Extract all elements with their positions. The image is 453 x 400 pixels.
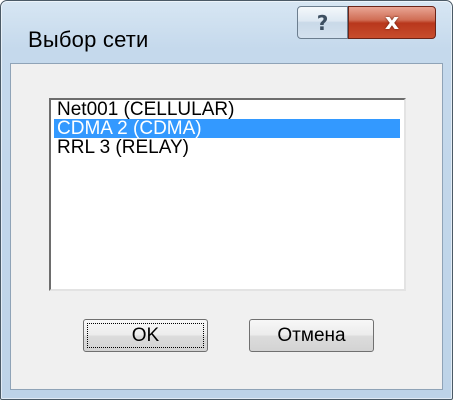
cancel-button-label: Отмена: [277, 324, 346, 346]
close-button[interactable]: x: [348, 6, 436, 39]
close-icon: x: [384, 9, 400, 35]
title-bar[interactable]: Выбор сети ? x: [1, 1, 452, 63]
list-item-net001[interactable]: Net001 (CELLULAR): [54, 100, 400, 119]
cancel-button[interactable]: Отмена: [249, 319, 374, 352]
window-title: Выбор сети: [28, 27, 149, 52]
question-mark-icon: ?: [316, 10, 329, 35]
network-listbox[interactable]: Net001 (CELLULAR) CDMA 2 (CDMA) RRL 3 (R…: [49, 98, 406, 291]
ok-button-label: OK: [131, 324, 160, 346]
help-button[interactable]: ?: [297, 6, 348, 39]
dialog-client-area: Net001 (CELLULAR) CDMA 2 (CDMA) RRL 3 (R…: [10, 63, 443, 390]
list-item-cdma2[interactable]: CDMA 2 (CDMA): [54, 119, 400, 138]
network-select-dialog: Выбор сети ? x Net001 (CELLULAR) CDMA 2 …: [0, 0, 453, 400]
ok-button[interactable]: OK: [83, 319, 208, 352]
window-bottom-frame: [1, 390, 452, 399]
list-item-rrl3[interactable]: RRL 3 (RELAY): [54, 138, 400, 157]
